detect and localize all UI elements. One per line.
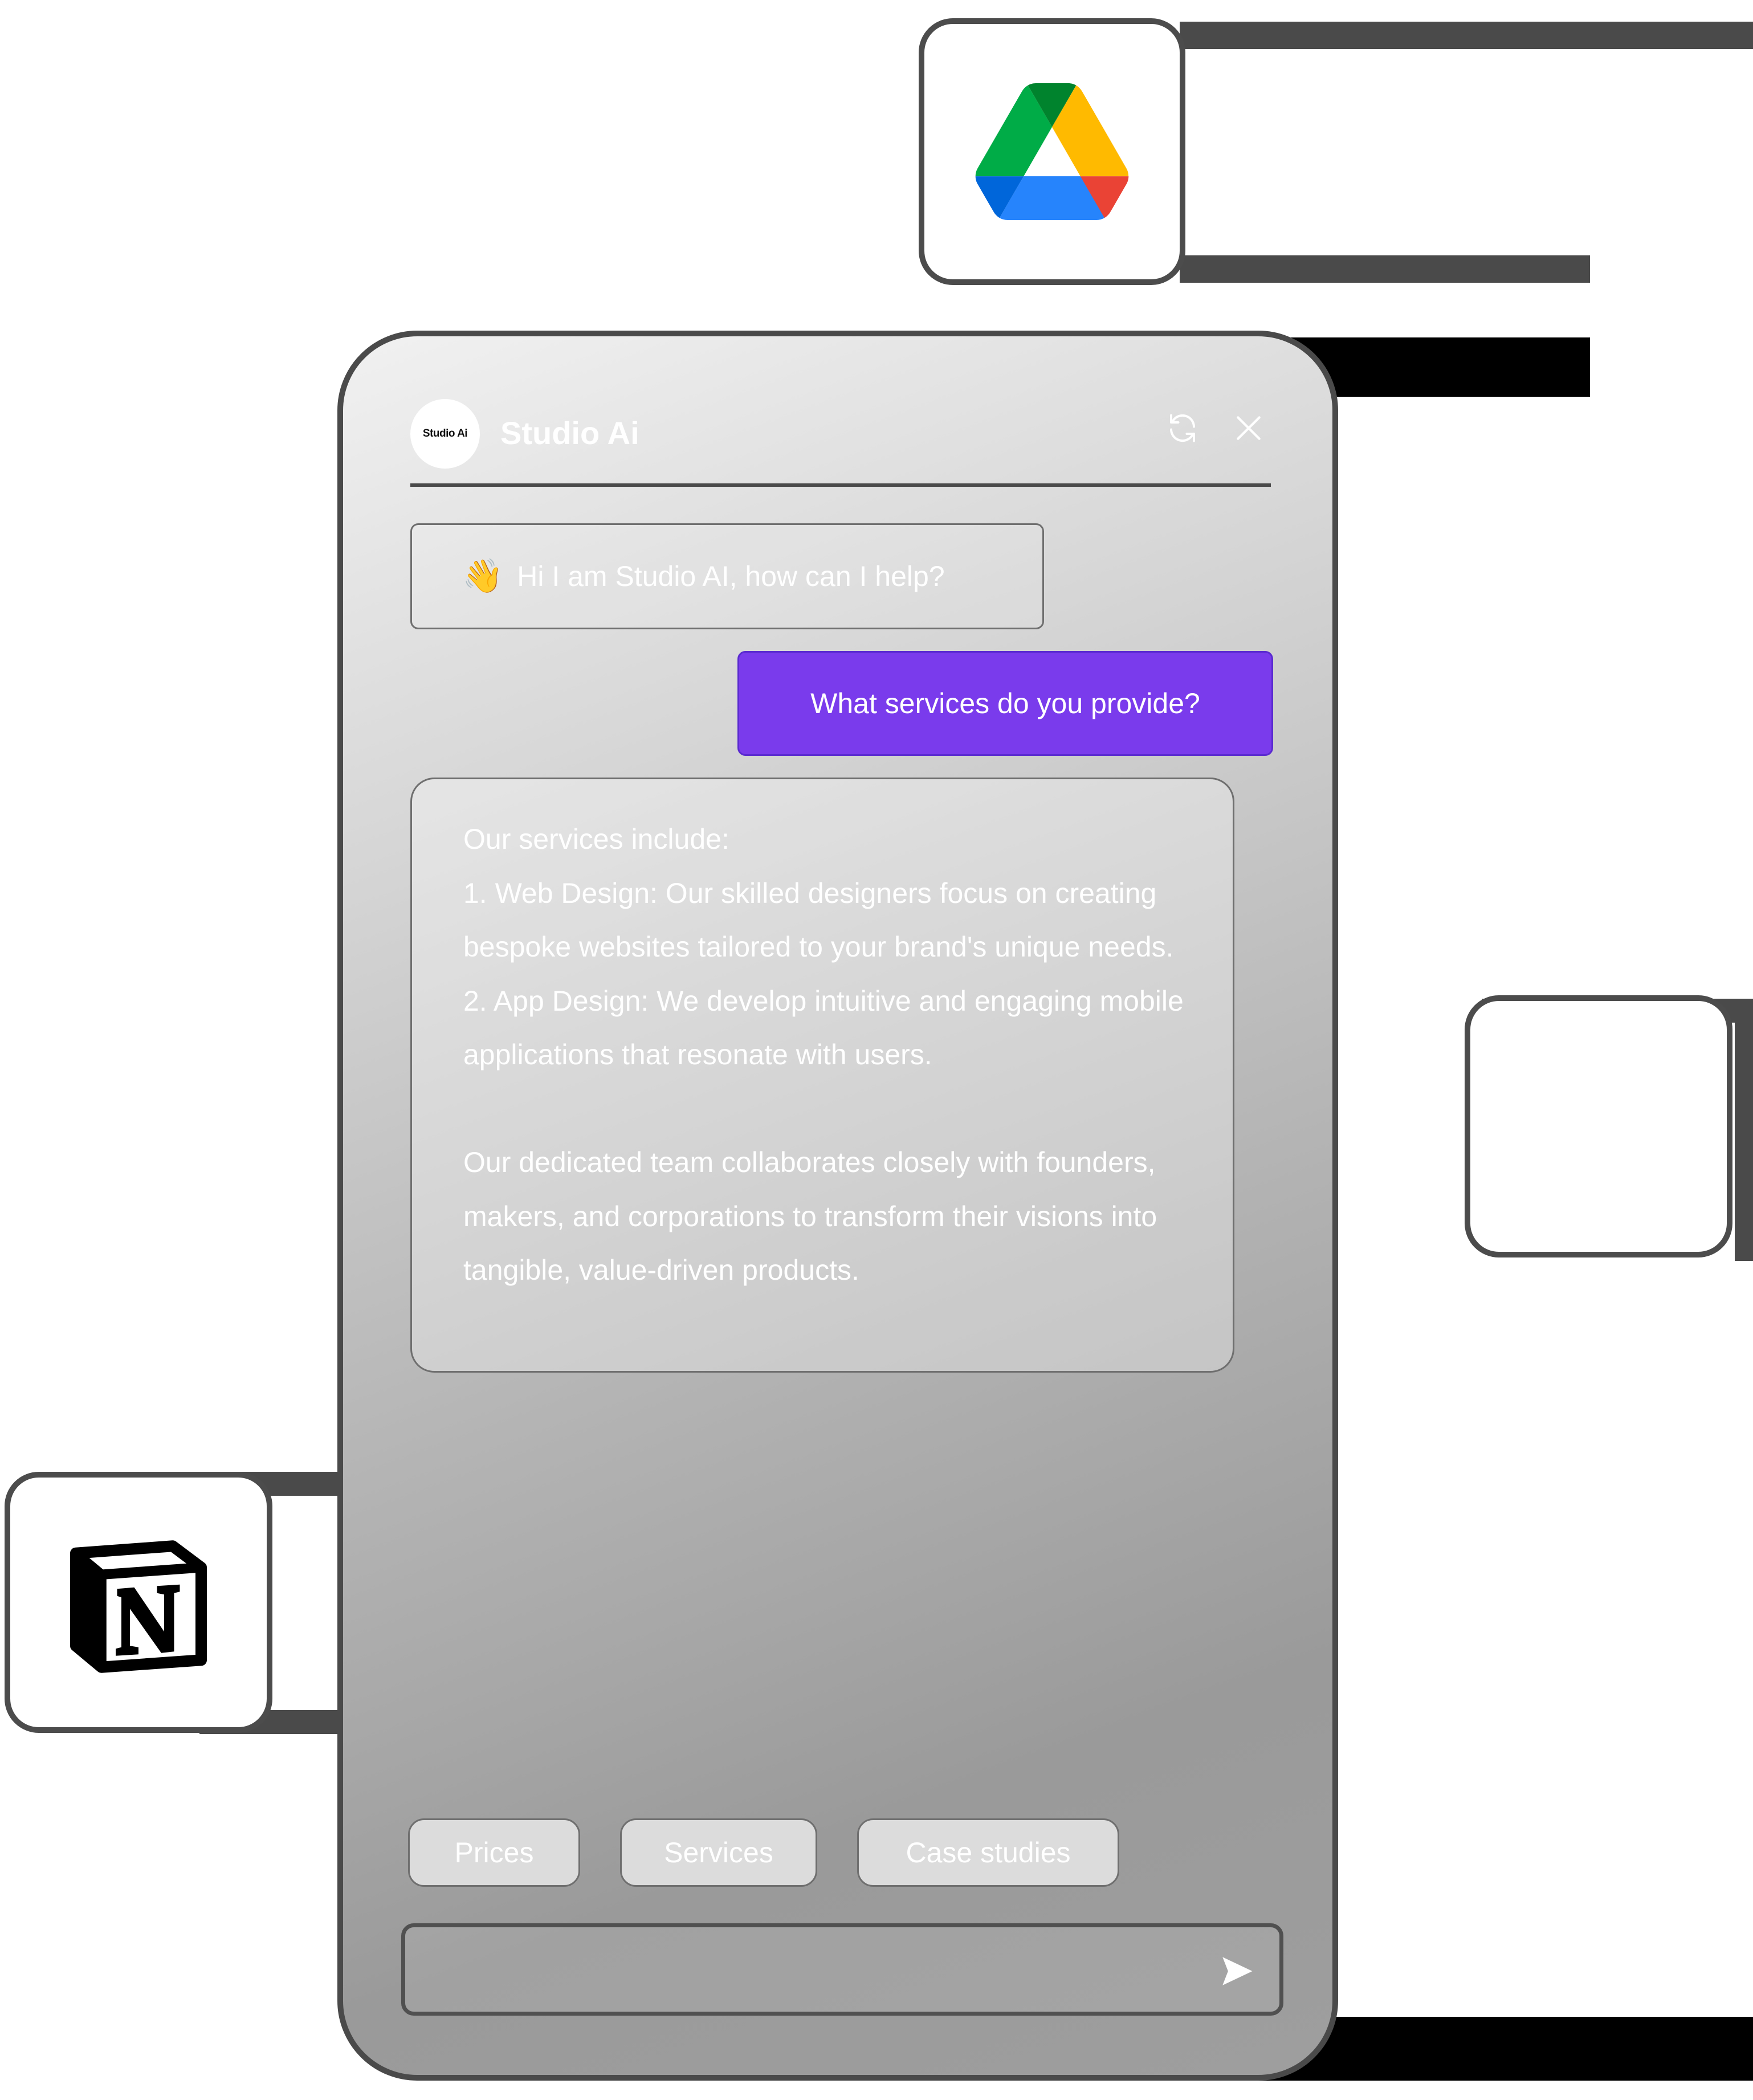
quick-reply-prices[interactable]: Prices [408,1818,580,1887]
connector-top-2 [1180,255,1590,283]
user-message-text: What services do you provide? [810,687,1200,719]
bot-message-text: Hi I am Studio AI, how can I help? [517,560,945,592]
connector-right-2 [1735,999,1753,1261]
integration-tile-blank[interactable] [1465,995,1732,1257]
google-drive-icon [975,83,1129,220]
chat-widget: Studio Ai Studio Ai 👋 Hi I am Studio AI,… [337,331,1338,2081]
header-divider [410,483,1271,487]
close-icon[interactable] [1230,409,1267,447]
avatar: Studio Ai [410,399,480,469]
message-input[interactable] [401,1923,1283,2016]
waving-hand-icon: 👋 [462,557,504,595]
quick-reply-case-studies[interactable]: Case studies [857,1818,1119,1887]
user-message: What services do you provide? [737,651,1273,756]
chat-title: Studio Ai [500,415,639,451]
notion-icon [70,1540,207,1673]
bot-message: 👋 Hi I am Studio AI, how can I help? [410,523,1044,629]
bot-response-text: Our services include: 1. Web Design: Our… [463,823,1184,1286]
refresh-icon[interactable] [1164,409,1201,447]
google-drive-tile[interactable] [919,18,1185,285]
send-icon[interactable] [1217,1951,1257,1991]
connector-top-1 [1180,22,1753,49]
bot-response: Our services include: 1. Web Design: Our… [410,778,1234,1373]
notion-tile[interactable] [5,1472,272,1733]
quick-reply-services[interactable]: Services [620,1818,817,1887]
